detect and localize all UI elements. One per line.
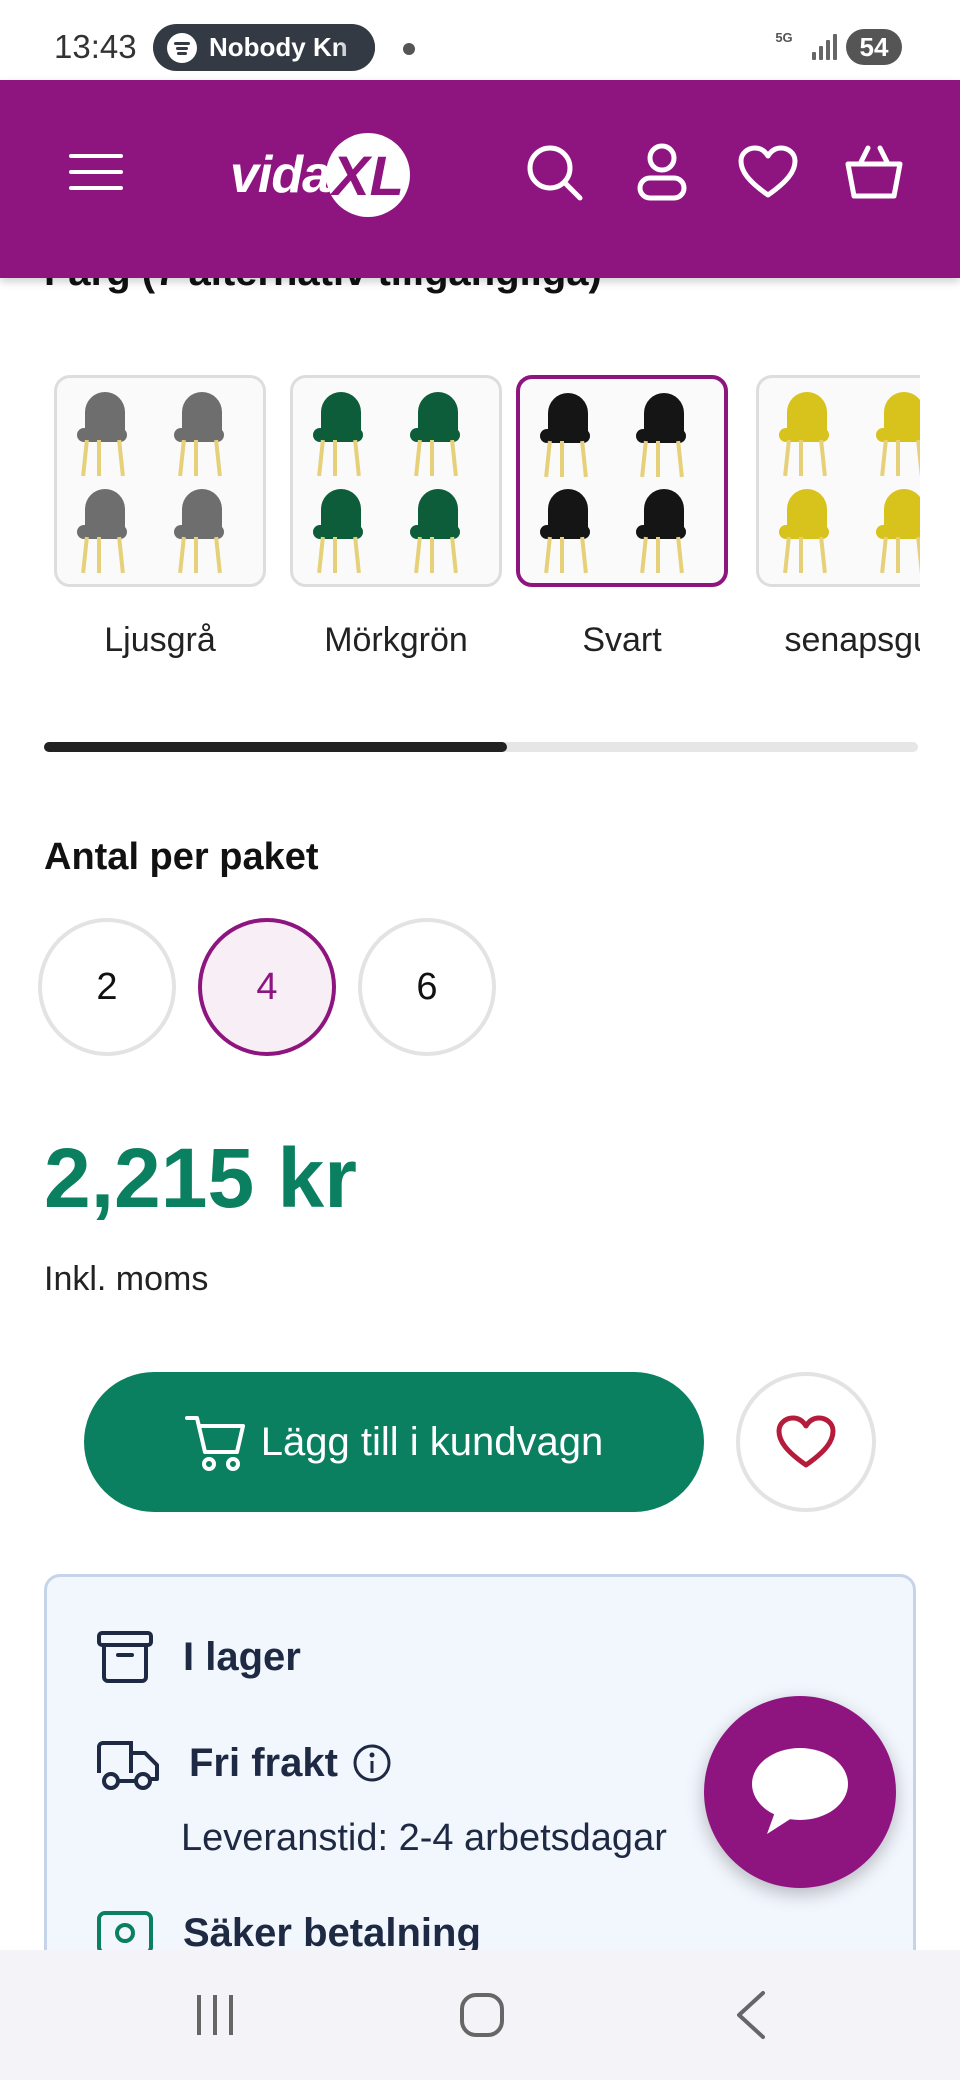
chair-image — [160, 481, 257, 578]
box-icon — [97, 1631, 153, 1683]
swatch-image — [290, 375, 502, 587]
cart-icon — [184, 1416, 245, 1471]
quantity-option-4[interactable]: 4 — [198, 918, 336, 1056]
back-icon[interactable] — [706, 1980, 796, 2050]
truck-icon — [97, 1741, 159, 1790]
media-indicator[interactable]: Nobody Kn — [153, 24, 375, 71]
recent-apps-icon[interactable] — [170, 1980, 260, 2050]
color-swatch-senapsgul[interactable]: senapsgul — [756, 375, 920, 665]
heart-icon[interactable] — [728, 132, 808, 212]
quantity-option-2[interactable]: 2 — [38, 918, 176, 1056]
notification-dot-icon — [403, 43, 415, 55]
stock-status: I lager — [183, 1634, 301, 1679]
payment-label: Säker betalning — [183, 1910, 481, 1955]
chat-bubble-icon — [752, 1748, 848, 1834]
shipping-label: Fri frakt — [189, 1740, 338, 1785]
swatch-scrollbar[interactable] — [44, 742, 918, 752]
status-time: 13:43 — [54, 28, 137, 65]
media-title: Nobody Kn — [209, 32, 348, 62]
swatch-image — [756, 375, 920, 587]
chair-image — [765, 384, 862, 481]
chair-image — [622, 385, 718, 481]
add-to-cart-button[interactable]: Lägg till i kundvagn — [84, 1372, 704, 1512]
battery-indicator: 54 — [846, 29, 902, 65]
chair-image — [63, 481, 160, 578]
chair-image — [160, 384, 257, 481]
swatch-label: senapsgul — [784, 621, 920, 659]
app-header: vida XL — [0, 80, 960, 278]
chair-image — [396, 384, 493, 481]
swatch-label: Ljusgrå — [104, 621, 216, 659]
swatch-image — [54, 375, 266, 587]
vat-note: Inkl. moms — [44, 1260, 209, 1298]
color-swatch-ljusgra[interactable]: Ljusgrå — [54, 375, 270, 665]
chair-image — [396, 481, 493, 578]
chair-image — [526, 385, 622, 481]
shipping-row: Fri frakt — [95, 1733, 392, 1793]
network-type: 5G — [775, 30, 793, 45]
chair-image — [299, 384, 396, 481]
scrollbar-thumb[interactable] — [44, 742, 507, 752]
chair-image — [622, 481, 718, 577]
chair-image — [862, 384, 920, 481]
swatch-label: Svart — [582, 621, 662, 659]
color-swatch-list[interactable]: Ljusgrå Mörkgrön Svart senapsgul — [44, 375, 920, 715]
swatch-image — [516, 375, 728, 587]
system-nav-bar — [0, 1950, 960, 2080]
swatch-label: Mörkgrön — [324, 621, 468, 659]
chair-image — [63, 384, 160, 481]
brand-logo[interactable]: vida XL — [230, 130, 411, 220]
stock-row: I lager — [95, 1627, 301, 1687]
status-bar: 13:43 Nobody Kn 5G 54 — [0, 0, 960, 80]
chair-image — [526, 481, 622, 577]
chair-image — [299, 481, 396, 578]
chair-image — [765, 481, 862, 578]
color-swatch-svart[interactable]: Svart — [516, 375, 732, 665]
signal-icon — [810, 30, 840, 60]
search-icon[interactable] — [514, 132, 594, 212]
product-price: 2,215 kr — [44, 1131, 357, 1225]
color-swatch-morkgron[interactable]: Mörkgrön — [290, 375, 506, 665]
quantity-option-6[interactable]: 6 — [358, 918, 496, 1056]
home-icon[interactable] — [437, 1980, 527, 2050]
info-icon[interactable] — [352, 1743, 392, 1783]
heart-icon — [776, 1415, 836, 1468]
chat-button[interactable] — [704, 1696, 896, 1888]
wishlist-button[interactable] — [736, 1372, 876, 1512]
user-icon[interactable] — [622, 132, 702, 212]
quantity-title: Antal per paket — [44, 836, 319, 878]
chair-image — [862, 481, 920, 578]
add-to-cart-label: Lägg till i kundvagn — [260, 1419, 604, 1464]
spotify-icon — [167, 32, 197, 63]
basket-icon[interactable] — [834, 132, 914, 212]
menu-icon[interactable] — [56, 132, 136, 212]
delivery-time: Leveranstid: 2-4 arbetsdagar — [181, 1817, 667, 1859]
